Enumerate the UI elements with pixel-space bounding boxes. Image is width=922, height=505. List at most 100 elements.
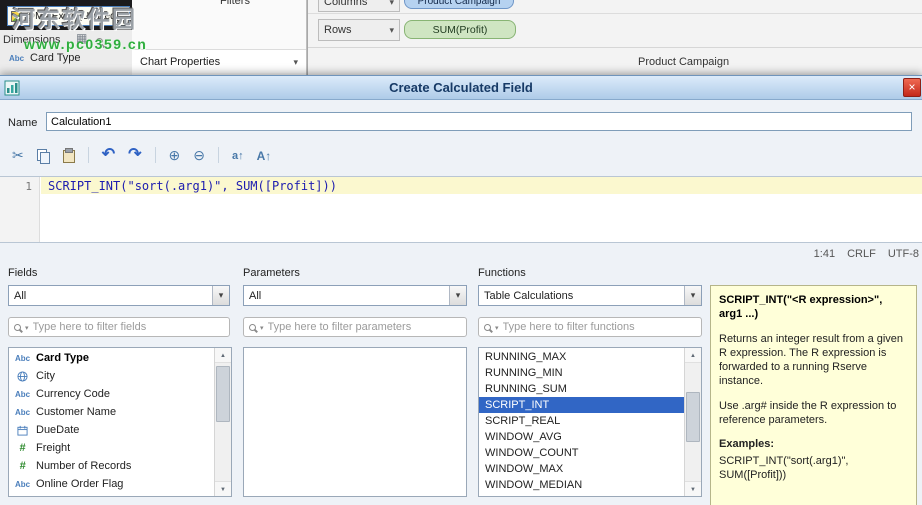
- scroll-up-icon[interactable]: [685, 348, 701, 363]
- formula-editor[interactable]: 1 SCRIPT_INT("sort(.arg1)", SUM([Profit]…: [0, 176, 922, 243]
- chevron-down-icon: [25, 321, 29, 333]
- dimension-item-card-type[interactable]: Card Type: [8, 52, 81, 64]
- field-item[interactable]: DueDate: [9, 421, 214, 439]
- parameters-list-rows: [244, 349, 466, 496]
- columns-pill-product-campaign[interactable]: Product Campaign: [404, 0, 514, 9]
- search-icon: [484, 323, 491, 331]
- functions-scrollbar[interactable]: [684, 348, 701, 496]
- chevron-down-icon[interactable]: [684, 286, 701, 305]
- function-item[interactable]: SCRIPT_REAL: [479, 413, 684, 429]
- function-item[interactable]: RUNNING_SUM: [479, 381, 684, 397]
- field-item[interactable]: Customer Name: [9, 403, 214, 421]
- function-item[interactable]: WINDOW_MAX: [479, 461, 684, 477]
- functions-list: RUNNING_MAX RUNNING_MIN RUNNING_SUM SCRI…: [478, 347, 702, 497]
- abc-icon: [14, 390, 31, 399]
- columns-shelf-label: Columns: [324, 0, 368, 8]
- abc-icon: [14, 408, 31, 417]
- chevron-down-icon: [293, 56, 298, 68]
- scrollbar-thumb[interactable]: [686, 392, 700, 442]
- shelf-divider: [308, 47, 922, 48]
- parameters-search-box[interactable]: [243, 317, 467, 337]
- chevron-down-icon: [260, 321, 264, 333]
- undo-icon[interactable]: [102, 147, 115, 163]
- function-item[interactable]: WINDOW_AVG: [479, 429, 684, 445]
- redo-icon[interactable]: [128, 147, 141, 163]
- number-icon: [14, 442, 31, 454]
- examples-label: Examples:: [719, 438, 775, 451]
- columns-shelf[interactable]: Columns: [318, 0, 400, 12]
- chevron-down-icon: [389, 24, 394, 36]
- view-column-header: Product Campaign: [638, 56, 730, 68]
- fields-filter-dropdown[interactable]: All: [8, 285, 230, 306]
- parameters-filter-dropdown[interactable]: All: [243, 285, 467, 306]
- editor-toolbar: [12, 140, 271, 170]
- zoom-out-icon[interactable]: [193, 148, 205, 162]
- field-label: DueDate: [36, 424, 80, 436]
- abc-icon: [8, 54, 25, 63]
- fields-list-rows: Card Type City Currency Code Customer Na…: [9, 349, 214, 496]
- functions-category-dropdown[interactable]: Table Calculations: [478, 285, 702, 306]
- field-item[interactable]: Online Order Flag: [9, 475, 214, 493]
- field-item[interactable]: Currency Code: [9, 385, 214, 403]
- shelf-divider: [308, 13, 922, 14]
- filters-shelf-label: Filters: [220, 0, 250, 7]
- function-item[interactable]: RUNNING_MAX: [479, 349, 684, 365]
- functions-search-input[interactable]: [502, 321, 696, 333]
- copy-icon[interactable]: [36, 148, 50, 164]
- globe-icon: [14, 370, 31, 382]
- function-item[interactable]: WINDOW_MEDIAN: [479, 477, 684, 493]
- field-item[interactable]: Card Type: [9, 349, 214, 367]
- functions-list-rows: RUNNING_MAX RUNNING_MIN RUNNING_SUM SCRI…: [479, 349, 684, 496]
- help-description: Use .arg# inside the R expression to ref…: [719, 399, 897, 427]
- scrollbar-thumb[interactable]: [216, 366, 230, 422]
- formula-code[interactable]: SCRIPT_INT("sort(.arg1)", SUM([Profit])): [48, 179, 337, 193]
- field-item[interactable]: Number of Records: [9, 457, 214, 475]
- font-increase-icon[interactable]: [257, 149, 272, 162]
- fields-scrollbar[interactable]: [214, 348, 231, 496]
- functions-search-box[interactable]: [478, 317, 702, 337]
- abc-icon: [14, 480, 31, 489]
- fields-list: Card Type City Currency Code Customer Na…: [8, 347, 232, 497]
- scroll-down-icon[interactable]: [215, 481, 231, 496]
- screen: @Ms-Excel [Untitled] Dimensions Card Typ…: [0, 0, 922, 505]
- chevron-down-icon[interactable]: [212, 286, 229, 305]
- close-button[interactable]: [903, 78, 921, 97]
- field-label: Customer Name: [36, 406, 117, 418]
- chevron-down-icon[interactable]: [449, 286, 466, 305]
- filters-card-background: Filters Chart Properties: [132, 0, 307, 75]
- function-item[interactable]: WINDOW_COUNT: [479, 445, 684, 461]
- dialog-titlebar[interactable]: Create Calculated Field: [0, 76, 922, 100]
- chart-properties-dropdown[interactable]: Chart Properties: [132, 49, 306, 73]
- scroll-down-icon[interactable]: [685, 481, 701, 496]
- font-decrease-icon[interactable]: [232, 148, 244, 162]
- encoding-indicator: UTF-8: [887, 247, 919, 260]
- paste-icon[interactable]: [62, 148, 75, 163]
- field-label: Freight: [36, 442, 71, 454]
- field-item[interactable]: Freight: [9, 439, 214, 457]
- dimension-label: Card Type: [30, 52, 81, 64]
- cut-icon[interactable]: [12, 148, 24, 162]
- shelves-area: Columns Product Campaign Rows SUM(Profit…: [307, 0, 922, 75]
- rows-shelf[interactable]: Rows: [318, 19, 400, 41]
- rows-shelf-label: Rows: [324, 24, 352, 36]
- field-label: City: [36, 370, 55, 382]
- parameters-list[interactable]: [243, 347, 467, 497]
- function-item[interactable]: RUNNING_MIN: [479, 365, 684, 381]
- scroll-up-icon[interactable]: [215, 348, 231, 363]
- field-item[interactable]: City: [9, 367, 214, 385]
- calculation-name-input[interactable]: [46, 112, 912, 131]
- rows-pill-sum-profit[interactable]: SUM(Profit): [404, 20, 516, 39]
- line-number: 1: [25, 180, 32, 193]
- fields-dropdown-value: All: [14, 289, 27, 302]
- parameters-search-input[interactable]: [267, 321, 461, 333]
- fields-search-input[interactable]: [32, 321, 224, 333]
- zoom-in-icon[interactable]: [169, 148, 181, 162]
- cursor-position: 1:41: [813, 247, 836, 260]
- field-label: Currency Code: [36, 388, 110, 400]
- create-calculated-field-dialog: Create Calculated Field Name 1 SCRIPT_IN…: [0, 75, 922, 505]
- eol-indicator: CRLF: [847, 247, 876, 260]
- toolbar-divider: [154, 147, 156, 163]
- fields-search-box[interactable]: [8, 317, 230, 337]
- function-item-selected[interactable]: SCRIPT_INT: [479, 397, 684, 413]
- watermark-logo-text: 河东软件园: [12, 6, 137, 32]
